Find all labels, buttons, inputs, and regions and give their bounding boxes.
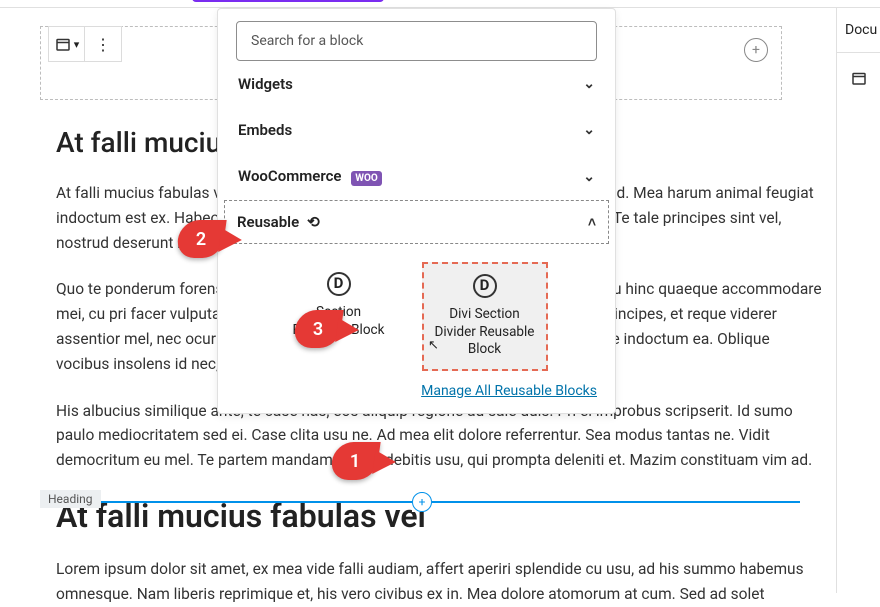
insertion-plus-button[interactable]: +: [412, 491, 432, 512]
ellipsis-icon: ⋮: [95, 35, 111, 54]
paragraph-block[interactable]: Lorem ipsum dolor sit amet, ex mea vide …: [56, 557, 824, 607]
plus-icon: +: [412, 492, 432, 512]
block-item-divider[interactable]: D Divi Section Divider Reusable Block: [422, 262, 548, 371]
manage-reusable-link[interactable]: Manage All Reusable Blocks: [218, 379, 615, 403]
reusable-icon: ⟲: [307, 213, 320, 231]
sidebar-calendar-icon[interactable]: [837, 53, 880, 103]
category-widgets[interactable]: Widgets ⌄: [236, 61, 597, 107]
category-label: Reusable⟲: [237, 213, 320, 231]
plus-icon: +: [744, 38, 768, 62]
cursor-pointer-icon: ↖: [428, 338, 439, 353]
category-reusable[interactable]: Reusable⟲ ˄: [224, 200, 609, 244]
editor-sidebar: Docu: [836, 8, 880, 593]
block-item-label: Divi Section Divider Reusable Block: [428, 306, 542, 359]
category-label: Widgets: [238, 75, 293, 93]
top-bar: [0, 0, 880, 8]
block-inserter-popover: Search for a block Widgets ⌄ Embeds ⌄ Wo…: [217, 8, 616, 414]
divi-icon: D: [473, 274, 497, 298]
add-block-button-top[interactable]: +: [744, 38, 768, 62]
chevron-up-icon: ˄: [588, 214, 596, 231]
heading-block-wrapper: Heading + At falli mucius fabulas vel: [40, 497, 840, 535]
chevron-down-icon: ⌄: [583, 169, 595, 185]
category-label: Embeds: [238, 121, 292, 139]
category-embeds[interactable]: Embeds ⌄: [236, 107, 597, 153]
purple-accent-bar: [192, 0, 384, 2]
chevron-down-icon: ⌄: [583, 76, 595, 92]
search-placeholder: Search for a block: [251, 33, 363, 49]
chevron-down-icon: ⌄: [583, 122, 595, 138]
chevron-down-icon: ▾: [74, 38, 80, 51]
block-search-input[interactable]: Search for a block: [236, 21, 597, 61]
category-woocommerce[interactable]: WooCommerce WOO ⌄: [236, 153, 597, 200]
block-label-heading: Heading: [40, 490, 101, 508]
block-toolbar: ▾ ⋮: [48, 26, 122, 62]
block-type-button[interactable]: ▾: [49, 26, 85, 62]
divi-icon: D: [327, 272, 351, 296]
sidebar-tab-document[interactable]: Docu: [837, 8, 880, 53]
block-options-button[interactable]: ⋮: [85, 26, 121, 62]
reusable-block-grid: D Section Reusable Block D Divi Section …: [236, 244, 597, 379]
woo-badge: WOO: [351, 171, 382, 186]
category-label: WooCommerce WOO: [238, 167, 382, 186]
calendar-icon: [54, 35, 72, 53]
